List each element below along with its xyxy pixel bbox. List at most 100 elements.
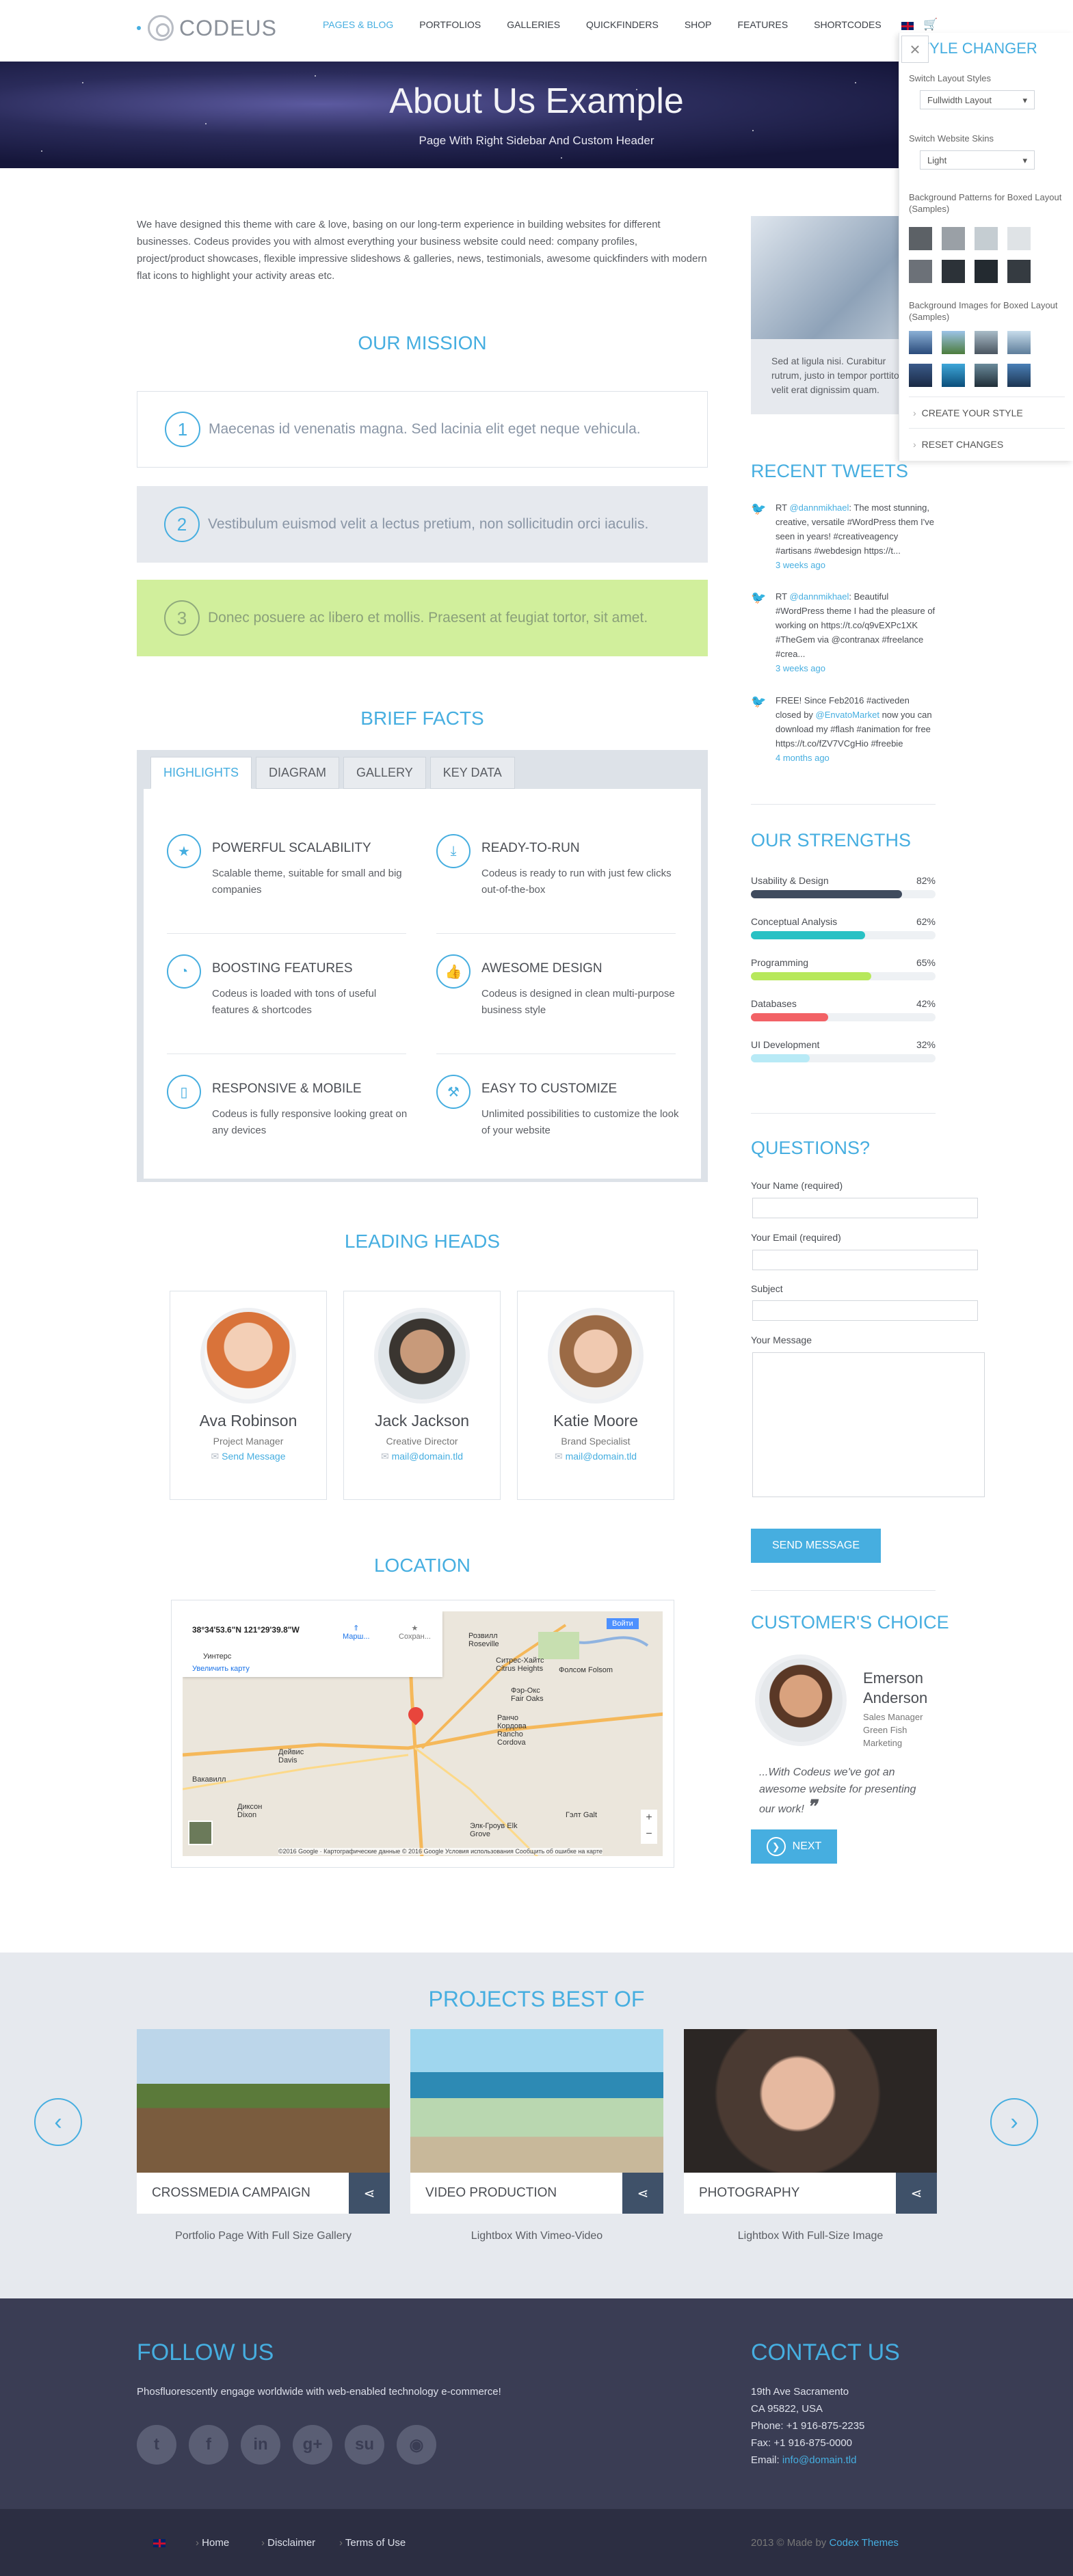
google-plus-icon[interactable]: g+ bbox=[293, 2425, 332, 2465]
pattern-swatch[interactable] bbox=[942, 260, 965, 283]
nav-features[interactable]: FEATURES bbox=[738, 19, 789, 30]
avatar bbox=[374, 1308, 470, 1404]
nav-pages-blog[interactable]: PAGES & BLOG bbox=[323, 19, 393, 30]
strength-value: 82% bbox=[916, 875, 936, 886]
tweet-user-link[interactable]: @dannmikhael bbox=[789, 591, 849, 602]
subject-field[interactable] bbox=[752, 1300, 978, 1321]
map[interactable]: 38°34'53.6"N 121°29'39.8"W Увеличить кар… bbox=[183, 1611, 663, 1856]
nav-portfolios[interactable]: PORTFOLIOS bbox=[419, 19, 481, 30]
contact-fax: Fax: +1 916-875-0000 bbox=[751, 2437, 853, 2449]
twitter-icon: 🐦 bbox=[751, 591, 767, 604]
map-zoom-link[interactable]: Увеличить карту bbox=[192, 1665, 250, 1673]
team-name: Ava Robinson bbox=[199, 1412, 297, 1430]
project-card[interactable]: VIDEO PRODUCTION ⋖ bbox=[410, 2029, 663, 2214]
star-icon: ★ bbox=[411, 1624, 419, 1633]
tweet-time-link[interactable]: 3 weeks ago bbox=[776, 560, 825, 570]
image-swatch[interactable] bbox=[909, 331, 932, 354]
tweet-time-link[interactable]: 4 months ago bbox=[776, 753, 830, 763]
email-link[interactable]: info@domain.tld bbox=[782, 2454, 857, 2466]
tab-highlights[interactable]: HIGHLIGHTS bbox=[150, 757, 252, 789]
nav-shortcodes[interactable]: SHORTCODES bbox=[814, 19, 882, 30]
logo[interactable]: CODEUS bbox=[137, 15, 277, 41]
pattern-swatch[interactable] bbox=[942, 227, 965, 250]
project-title: PHOTOGRAPHY bbox=[699, 2186, 800, 2200]
tweet-time-link[interactable]: 3 weeks ago bbox=[776, 663, 825, 673]
share-icon[interactable]: ⋖ bbox=[349, 2173, 390, 2214]
email-field[interactable] bbox=[752, 1250, 978, 1270]
carousel-next-button[interactable]: › bbox=[990, 2098, 1038, 2146]
strengths-title: OUR STRENGTHS bbox=[751, 830, 912, 850]
pattern-swatch[interactable] bbox=[1007, 260, 1031, 283]
testimonial-next-button[interactable]: ❯ NEXT bbox=[751, 1829, 837, 1864]
skin-select[interactable]: Light ▾ bbox=[920, 150, 1035, 170]
project-card[interactable]: PHOTOGRAPHY ⋖ bbox=[684, 2029, 937, 2214]
maker-link[interactable]: Codex Themes bbox=[829, 2537, 898, 2549]
mission-text: Donec posuere ac libero et mollis. Praes… bbox=[208, 610, 648, 626]
pattern-swatch[interactable] bbox=[909, 227, 932, 250]
language-flag-icon[interactable] bbox=[901, 22, 914, 30]
tweet-user-link[interactable]: @dannmikhael bbox=[789, 502, 849, 513]
footer-link-terms[interactable]: › Terms of Use bbox=[339, 2537, 406, 2549]
language-flag-icon[interactable] bbox=[153, 2539, 165, 2547]
mission-number: 2 bbox=[164, 507, 200, 542]
map-zoom-controls[interactable]: + − bbox=[641, 1810, 657, 1844]
image-swatch[interactable] bbox=[909, 364, 932, 387]
facebook-icon[interactable]: f bbox=[189, 2425, 228, 2465]
share-icon[interactable]: ⋖ bbox=[896, 2173, 937, 2214]
team-mail-link[interactable]: ✉ mail@domain.tld bbox=[344, 1451, 500, 1462]
image-swatch[interactable] bbox=[1007, 331, 1031, 354]
skin-label: Switch Website Skins bbox=[909, 133, 994, 144]
project-card[interactable]: CROSSMEDIA CAMPAIGN ⋖ bbox=[137, 2029, 390, 2214]
create-style-link[interactable]: › CREATE YOUR STYLE bbox=[909, 397, 1065, 428]
close-icon[interactable]: × bbox=[901, 36, 929, 63]
mission-item: 3 Donec posuere ac libero et mollis. Prae… bbox=[137, 580, 708, 656]
map-info-box: 38°34'53.6"N 121°29'39.8"W Увеличить кар… bbox=[183, 1611, 442, 1677]
map-place-label: Фэр-Окс Fair Oaks bbox=[511, 1687, 544, 1703]
cart-icon[interactable]: 🛒 bbox=[923, 18, 938, 31]
linkedin-icon[interactable]: in bbox=[241, 2425, 280, 2465]
map-save-button[interactable]: ★ Сохран... bbox=[399, 1624, 431, 1641]
chevron-right-icon: › bbox=[913, 407, 916, 418]
tab-key-data[interactable]: KEY DATA bbox=[429, 757, 515, 789]
map-login-button[interactable]: Войти bbox=[607, 1618, 639, 1629]
tab-gallery[interactable]: GALLERY bbox=[343, 757, 426, 789]
image-swatch[interactable] bbox=[942, 331, 965, 354]
nav-quickfinders[interactable]: QUICKFINDERS bbox=[586, 19, 659, 30]
image-swatch[interactable] bbox=[975, 364, 998, 387]
pattern-swatch[interactable] bbox=[975, 260, 998, 283]
reset-changes-link[interactable]: › RESET CHANGES bbox=[909, 428, 1065, 459]
message-field[interactable] bbox=[752, 1352, 985, 1497]
strength-fill bbox=[751, 1013, 829, 1021]
name-field[interactable] bbox=[752, 1198, 978, 1218]
nav-shop[interactable]: SHOP bbox=[685, 19, 712, 30]
map-satellite-toggle[interactable] bbox=[188, 1821, 213, 1845]
tab-diagram[interactable]: DIAGRAM bbox=[256, 757, 340, 789]
send-message-button[interactable]: SEND MESSAGE bbox=[751, 1529, 881, 1563]
twitter-icon[interactable]: t bbox=[137, 2425, 176, 2465]
tweet-user-link[interactable]: @EnvatoMarket bbox=[816, 710, 879, 720]
footer-link-home[interactable]: › Home bbox=[196, 2537, 229, 2549]
strength-label: UI Development bbox=[751, 1039, 820, 1050]
nav-galleries[interactable]: GALLERIES bbox=[507, 19, 560, 30]
carousel-prev-button[interactable]: ‹ bbox=[34, 2098, 82, 2146]
image-swatch[interactable] bbox=[942, 364, 965, 387]
team-mail-link[interactable]: ✉ Send Message bbox=[170, 1451, 326, 1462]
image-swatch[interactable] bbox=[975, 331, 998, 354]
map-place-label: Фолсом Folsom bbox=[559, 1666, 613, 1674]
rss-icon[interactable]: ◉ bbox=[397, 2425, 436, 2465]
tweet: 🐦 RT @dannmikhael: Beautiful #WordPress t… bbox=[751, 591, 936, 673]
team-role: Creative Director bbox=[386, 1436, 458, 1447]
image-swatch[interactable] bbox=[1007, 364, 1031, 387]
pattern-swatch[interactable] bbox=[909, 260, 932, 283]
map-place-label: Ситрес-Хайтс Citrus Heights bbox=[496, 1656, 544, 1673]
mission-item: 1 Maecenas id venenatis magna. Sed lacini… bbox=[137, 391, 708, 468]
pattern-swatch[interactable] bbox=[975, 227, 998, 250]
strength-bar: Databases 42% bbox=[751, 998, 936, 1021]
map-route-button[interactable]: ⇑ Марш... bbox=[343, 1624, 370, 1641]
share-icon[interactable]: ⋖ bbox=[622, 2173, 663, 2214]
footer-link-disclaimer[interactable]: › Disclaimer bbox=[261, 2537, 315, 2549]
team-mail-link[interactable]: ✉ mail@domain.tld bbox=[518, 1451, 674, 1462]
layout-select[interactable]: Fullwidth Layout ▾ bbox=[920, 90, 1035, 109]
stumbleupon-icon[interactable]: su bbox=[345, 2425, 384, 2465]
pattern-swatch[interactable] bbox=[1007, 227, 1031, 250]
